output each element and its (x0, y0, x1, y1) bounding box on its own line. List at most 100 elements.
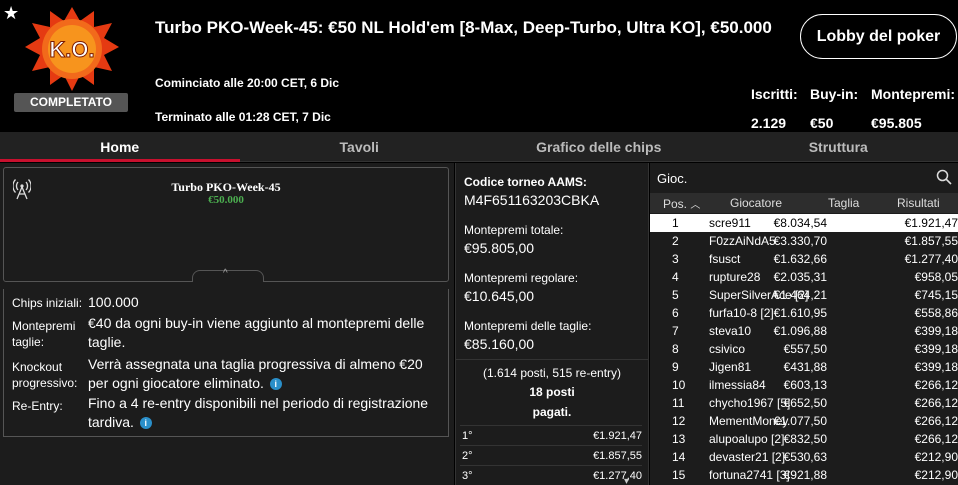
players-table-header: Pos. ︿ Giocatore Taglia Risultati (650, 193, 958, 213)
player-name: rupture28 (709, 270, 761, 284)
player-bounty: €1.610,95 (773, 306, 827, 320)
ko-logo-icon: K.O. (25, 7, 119, 91)
player-name: Jigen81 (709, 360, 752, 374)
table-row[interactable]: 9 Jigen81 €431,88 €399,18 (650, 358, 958, 376)
banner-prize: €50.000 (208, 194, 244, 206)
player-bounty: €1.464,21 (773, 288, 827, 302)
table-row[interactable]: 10 ilmessia84 €603,13 €266,12 (650, 376, 958, 394)
player-result: €399,18 (914, 360, 958, 374)
player-name: fortuna2741 [3] (709, 468, 790, 482)
player-position: 2 (672, 234, 679, 248)
buyin-label: Buy-in: (810, 86, 859, 102)
table-row[interactable]: 7 steva10 €1.096,88 €399,18 (650, 322, 958, 340)
table-row[interactable]: 3 fsusct €1.632,66 €1.277,40 (650, 250, 958, 268)
player-name: F0zzAiNdA5 (709, 234, 776, 248)
table-row[interactable]: 11 chycho1967 [5] €652,50 €266,12 (650, 394, 958, 412)
player-result: €266,12 (914, 432, 958, 446)
tab-home[interactable]: Home (0, 132, 240, 162)
home-panel: Turbo PKO-Week-45 €50.000 ^ Chips inizia… (0, 163, 454, 485)
player-position: 9 (672, 360, 679, 374)
total-prize-value: €95.805,00 (464, 240, 535, 256)
sort-asc-icon: ︿ (690, 200, 701, 211)
player-bounty: €1.077,50 (773, 414, 827, 428)
prizepool-label: Montepremi: (871, 86, 955, 102)
player-name: steva10 (709, 324, 752, 338)
reentry-label: Re-Entry: (12, 399, 63, 413)
favorite-star-icon[interactable]: ★ (3, 4, 19, 22)
reentry-value: Fino a 4 re-entry disponibili nel period… (88, 395, 429, 430)
prize-panel: Codice torneo AAMS: M4F651163203CBKA Mon… (455, 163, 649, 485)
table-row[interactable]: 8 csivico €557,50 €399,18 (650, 340, 958, 358)
table-row[interactable]: 2 F0zzAiNdA5 €3.330,70 €1.857,55 (650, 232, 958, 250)
entrants-value: 2.129 (751, 115, 787, 131)
starting-chips-label: Chips iniziali: (12, 296, 83, 310)
players-panel: Gioc. Pos. ︿ Giocatore Taglia Risultati … (650, 163, 958, 485)
player-result: €1.277,40 (904, 252, 958, 266)
player-result: €212,90 (914, 450, 958, 464)
tab-structure[interactable]: Struttura (719, 132, 958, 161)
paid-label: pagati. (532, 405, 572, 419)
player-result: €958,05 (914, 270, 958, 284)
total-prize-label: Montepremi totale: (464, 223, 564, 237)
buyin-value: €50 (810, 115, 834, 131)
table-row[interactable]: 15 fortuna2741 [3] €921,88 €212,90 (650, 466, 958, 484)
player-position: 5 (672, 288, 679, 302)
player-bounty: €2.035,31 (773, 270, 827, 284)
table-row[interactable]: 6 furfa10-8 [2] €1.610,95 €558,86 (650, 304, 958, 322)
scroll-down-icon[interactable]: ▾ (624, 476, 629, 485)
col-player[interactable]: Giocatore (730, 196, 782, 210)
player-position: 11 (672, 396, 685, 410)
player-result: €266,12 (914, 396, 958, 410)
tab-chip-chart[interactable]: Grafico delle chips (479, 132, 719, 161)
table-row[interactable]: 12 MementMoney €1.077,50 €266,12 (650, 412, 958, 430)
paid-places: 18 posti (529, 385, 575, 399)
prize-amount: €1.277,40 (593, 470, 642, 482)
col-result[interactable]: Risultati (897, 196, 940, 210)
player-bounty: €557,50 (783, 342, 827, 356)
player-name: alupoalupo [2] (709, 432, 785, 446)
player-position: 12 (672, 414, 686, 428)
player-result: €399,18 (914, 324, 958, 338)
player-result: €1.857,55 (904, 234, 958, 248)
player-result: €266,12 (914, 414, 958, 428)
player-result: €399,18 (914, 342, 958, 356)
banner-collapse-toggle[interactable]: ^ (192, 268, 264, 282)
player-result: €266,12 (914, 378, 958, 392)
starting-chips-value: 100.000 (88, 294, 139, 310)
player-position: 4 (672, 270, 679, 284)
info-icon[interactable]: i (269, 378, 282, 390)
info-icon[interactable]: i (139, 417, 152, 429)
player-name: fsusct (709, 252, 741, 266)
player-position: 15 (672, 468, 686, 482)
progressive-ko-label: Knockout progressivo: (12, 360, 78, 390)
search-icon[interactable] (936, 169, 952, 185)
entries-note: (1.614 posti, 515 re-entry) (482, 366, 622, 380)
col-bounty[interactable]: Taglia (828, 196, 859, 210)
table-row[interactable]: 5 SuperSilverAce [2] €1.464,21 €745,15 (650, 286, 958, 304)
col-pos[interactable]: Pos. ︿ (663, 196, 700, 211)
player-bounty: €8.034,54 (773, 216, 827, 230)
player-bounty: €3.330,70 (773, 234, 827, 248)
tournament-header: ★ K.O. COMPLETATO Turbo PKO-Week-45: €50… (0, 0, 958, 132)
lobby-button[interactable]: Lobby del poker (800, 14, 957, 59)
prize-amount: €1.857,55 (593, 450, 642, 462)
table-row[interactable]: 4 rupture28 €2.035,31 €958,05 (650, 268, 958, 286)
player-position: 8 (672, 342, 679, 356)
player-name: csivico (709, 342, 746, 356)
banner-tournament-name: Turbo PKO-Week-45 (171, 180, 281, 194)
aams-code-value: M4F651163203CBKA (464, 192, 600, 208)
player-bounty: €921,88 (783, 468, 827, 482)
tournament-info: Chips iniziali: 100.000 Montepremi tagli… (3, 289, 449, 437)
status-badge: COMPLETATO (14, 93, 128, 112)
start-time: Cominciato alle 20:00 CET, 6 Dic (155, 76, 340, 90)
player-search-label[interactable]: Gioc. (657, 171, 687, 186)
entrants-label: Iscritti: (751, 86, 798, 102)
prize-row: 3° €1.277,40 (460, 465, 642, 485)
table-row[interactable]: 1 scre911 €8.034,54 €1.921,47 (650, 214, 958, 232)
tab-tables[interactable]: Tavoli (240, 132, 480, 161)
table-row[interactable]: 14 devaster21 [2] €530,63 €212,90 (650, 448, 958, 466)
table-row[interactable]: 13 alupoalupo [2] €832,50 €266,12 (650, 430, 958, 448)
prize-amount: €1.921,47 (593, 430, 642, 442)
player-position: 1 (672, 216, 679, 230)
bounty-prize-value: €85.160,00 (464, 336, 535, 352)
